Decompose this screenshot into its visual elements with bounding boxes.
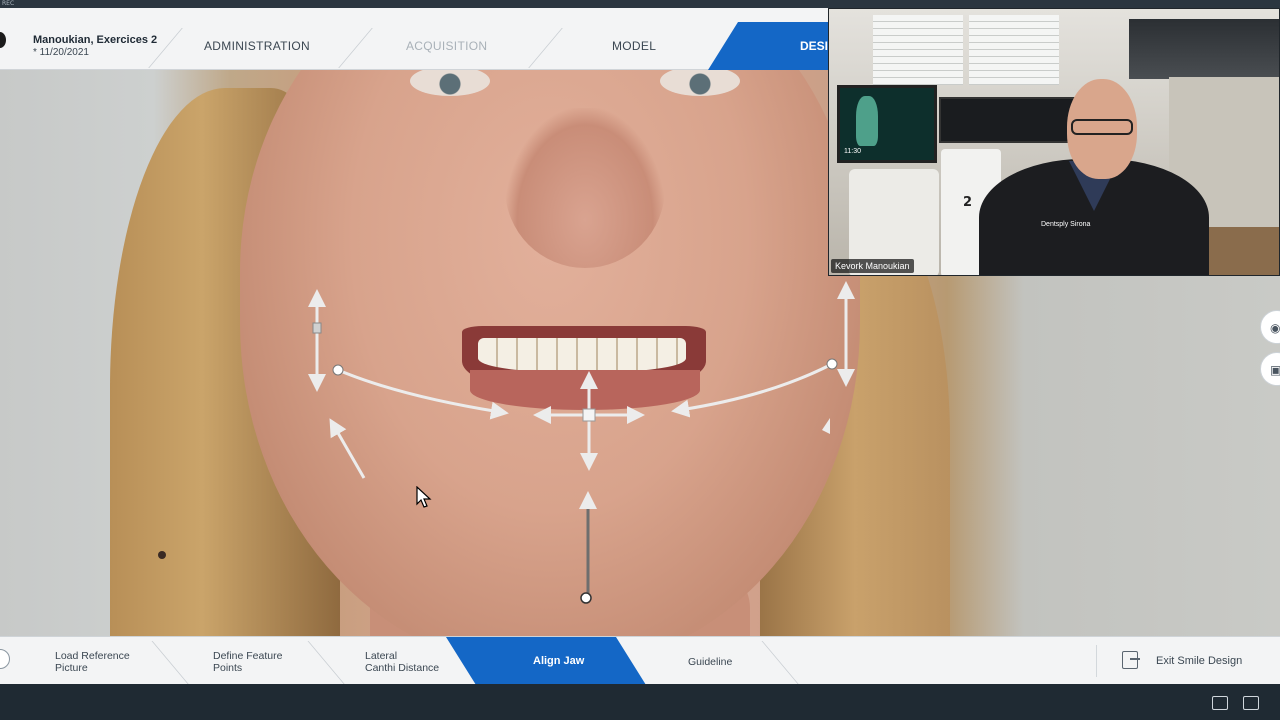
- share-screen-icon[interactable]: [1243, 696, 1259, 710]
- step-define-feature-points[interactable]: Define Feature Points: [213, 650, 282, 674]
- step-label-line2: Picture: [55, 662, 88, 674]
- machine-label: 2: [963, 195, 973, 210]
- smile-design-workspace: Manoukian, Exercices 2 * 11/20/2021 ADMI…: [0, 8, 1280, 684]
- step-guideline[interactable]: Guideline: [688, 656, 732, 668]
- step-label-line1: Guideline: [688, 656, 733, 668]
- step-lateral-canthi-distance[interactable]: Lateral Canthi Distance: [365, 650, 439, 674]
- chin-handle[interactable]: [580, 592, 592, 604]
- exit-smile-design-button[interactable]: Exit Smile Design: [1156, 655, 1242, 667]
- video-monitor: 11:30: [837, 85, 937, 163]
- jaw-curve-left-arrow[interactable]: [337, 368, 509, 420]
- monitor-time: 11:30: [844, 148, 861, 155]
- mouse-cursor-icon: [416, 486, 432, 508]
- os-title-strip: REC: [0, 0, 1280, 8]
- patient-date: * 11/20/2021: [33, 47, 89, 58]
- step-label-line1: Lateral: [365, 650, 398, 662]
- chat-icon[interactable]: [1212, 696, 1228, 710]
- nav-administration[interactable]: ADMINISTRATION: [204, 39, 310, 53]
- nav-model[interactable]: MODEL: [612, 39, 656, 53]
- nav-design-active[interactable]: DESI: [708, 22, 848, 70]
- step-label-line1: Load Reference: [55, 650, 130, 662]
- video-window-blinds: [873, 15, 963, 85]
- rotate-right-arrow[interactable]: [822, 418, 830, 434]
- nav-design-label: DESI: [800, 39, 829, 53]
- video-person-glasses: [1071, 119, 1133, 135]
- eye-icon: ◉: [1270, 321, 1280, 335]
- jaw-handle-left[interactable]: [332, 364, 344, 376]
- os-taskbar: [0, 684, 1280, 720]
- step-label-line2: Points: [213, 662, 243, 674]
- step-separator: [151, 641, 190, 684]
- left-vertical-grip[interactable]: [312, 322, 322, 334]
- video-shelf: [1129, 19, 1279, 79]
- rotate-left-arrow[interactable]: [329, 418, 366, 479]
- image-icon: ▣: [1270, 363, 1280, 377]
- step-separator: [761, 641, 800, 684]
- workflow-step-bar: Load Reference Picture Define Feature Po…: [0, 636, 1280, 684]
- patient-name: Manoukian, Exercices 2: [33, 34, 158, 46]
- os-strip-label: REC: [2, 0, 15, 7]
- step-label-line2: Canthi Distance: [365, 662, 440, 674]
- video-brand-text: Dentsply Sirona: [1041, 221, 1091, 228]
- exit-icon[interactable]: [1122, 651, 1140, 669]
- app-header: Manoukian, Exercices 2 * 11/20/2021 ADMI…: [0, 8, 848, 70]
- step-align-jaw-active[interactable]: Align Jaw: [446, 637, 646, 684]
- video-call-panel: 11:30 2 Dentsply Sirona Kevork Manoukian: [828, 8, 1280, 276]
- back-circle-button[interactable]: [0, 649, 10, 669]
- jaw-handle-right[interactable]: [826, 358, 838, 370]
- exit-separator: [1096, 645, 1097, 677]
- center-move-handle[interactable]: [582, 408, 596, 422]
- monitor-figure: [856, 96, 878, 146]
- jaw-curve-right-arrow[interactable]: [671, 362, 833, 418]
- step-load-reference-picture[interactable]: Load Reference Picture: [55, 650, 130, 674]
- participant-name-tag: Kevork Manoukian: [831, 259, 914, 273]
- step-align-jaw-label: Align Jaw: [533, 655, 585, 667]
- step-separator: [307, 641, 346, 684]
- nav-separator: [528, 28, 563, 68]
- app-logo-icon: [0, 32, 6, 48]
- nav-separator: [338, 28, 373, 68]
- video-window-blinds: [969, 15, 1059, 85]
- nav-acquisition[interactable]: ACQUISITION: [406, 39, 487, 53]
- step-label-line1: Define Feature: [213, 650, 283, 662]
